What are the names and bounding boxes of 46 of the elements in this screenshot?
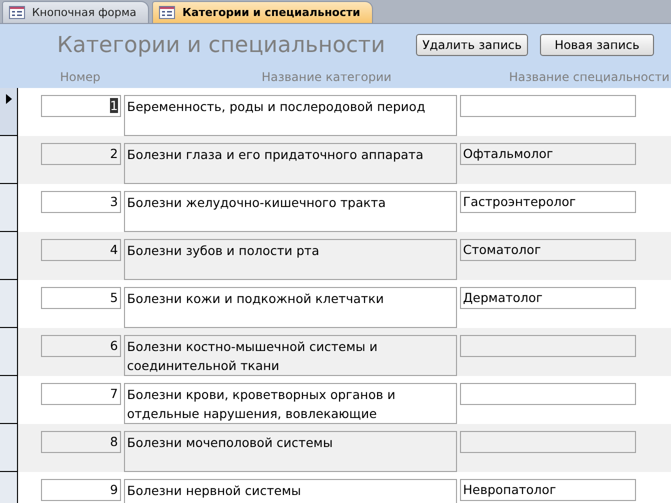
category-field[interactable]: Болезни нервной системы [124,479,457,503]
record-selector[interactable] [0,280,18,328]
specialty-field[interactable]: Дерматолог [460,287,636,309]
category-field[interactable]: Болезни кожи и подкожной клетчатки [124,287,457,328]
form-tab[interactable]: Кнопочная форма [2,1,150,23]
category-field[interactable]: Болезни глаза и его придаточного аппарата [124,143,457,184]
record-selector[interactable] [0,232,18,280]
record-selector[interactable] [0,376,18,424]
specialty-field[interactable]: Невропатолог [460,479,636,501]
number-field[interactable]: 8 [41,431,121,453]
record-selector[interactable] [0,184,18,232]
number-field[interactable]: 9 [41,479,121,501]
specialty-field[interactable]: Гастроэнтеролог [460,191,636,213]
number-field[interactable]: 7 [41,383,121,405]
form-icon [9,6,25,19]
number-field[interactable]: 1 [41,95,121,117]
column-header: Название специальности [509,70,670,84]
form-button[interactable]: Удалить запись [416,34,528,56]
specialty-field[interactable]: Стоматолог [460,239,636,261]
specialty-field[interactable] [460,431,636,453]
category-field[interactable]: Болезни зубов и полости рта [124,239,457,280]
form-tab[interactable]: Категории и специальности [152,1,374,23]
record-selector[interactable] [0,88,18,136]
category-field[interactable]: Болезни крови, кроветворных органов и отдельные нарушения, вовлекающие [124,383,457,424]
column-header: Номер [60,70,102,84]
category-field[interactable]: Болезни костно-мышечной системы и соединительной ткани [124,335,457,376]
number-field[interactable]: 2 [41,143,121,165]
record-selector[interactable] [0,136,18,184]
number-field[interactable]: 5 [41,287,121,309]
form-button[interactable]: Новая запись [540,34,654,56]
record-selector[interactable] [0,424,18,472]
form-title: Категории и специальности [57,32,386,58]
specialty-field[interactable]: Офтальмолог [460,143,636,165]
category-field[interactable]: Беременность, роды и послеродовой период [124,95,457,136]
specialty-field[interactable] [460,335,636,357]
number-field[interactable]: 3 [41,191,121,213]
number-field[interactable]: 4 [41,239,121,261]
specialty-field[interactable] [460,383,636,405]
record-selector[interactable] [0,328,18,376]
category-field[interactable]: Болезни мочеполовой системы [124,431,457,472]
column-header: Название категории [260,70,392,84]
category-field[interactable]: Болезни желудочно-кишечного тракта [124,191,457,232]
form-icon [159,6,176,19]
specialty-field[interactable] [460,95,636,117]
number-field[interactable]: 6 [41,335,121,357]
current-record-icon [6,94,12,104]
